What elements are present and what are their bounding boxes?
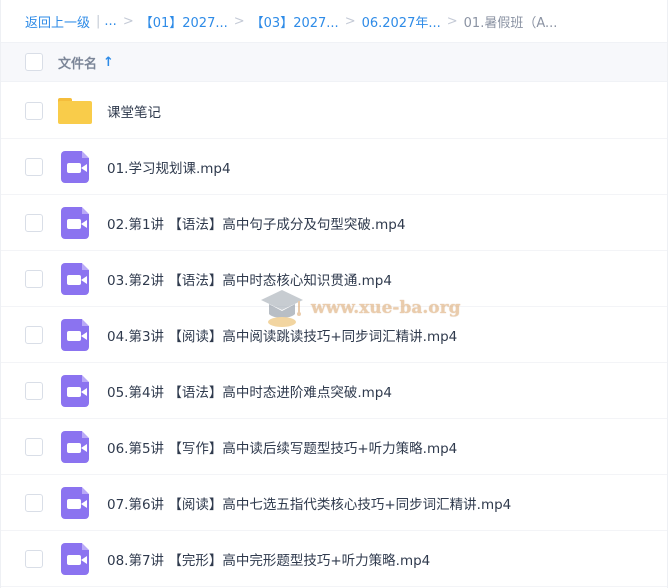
video-icon <box>58 262 92 296</box>
breadcrumb-item[interactable]: 【01】2027... <box>140 12 228 31</box>
column-filename[interactable]: 文件名 <box>58 53 97 72</box>
chevron-right-icon: > <box>344 13 356 29</box>
row-checkbox[interactable] <box>25 437 43 456</box>
sort-ascending-icon[interactable]: ↑ <box>103 55 114 70</box>
folder-row[interactable]: 课堂笔记 <box>1 83 667 139</box>
row-checkbox[interactable] <box>25 269 43 288</box>
select-all-checkbox[interactable] <box>25 53 43 71</box>
breadcrumb-item[interactable]: 06.2027年... <box>362 12 441 31</box>
file-name[interactable]: 08.第7讲 【完形】高中完形题型技巧+听力策略.mp4 <box>107 549 430 569</box>
file-row[interactable]: 06.第5讲 【写作】高中读后续写题型技巧+听力策略.mp4 <box>1 419 667 475</box>
chevron-right-icon: > <box>122 13 134 29</box>
row-checkbox[interactable] <box>25 493 43 512</box>
file-row[interactable]: 08.第7讲 【完形】高中完形题型技巧+听力策略.mp4 <box>1 531 667 587</box>
breadcrumb-current: 01.暑假班（A... <box>463 15 558 31</box>
file-name[interactable]: 06.第5讲 【写作】高中读后续写题型技巧+听力策略.mp4 <box>107 437 457 457</box>
file-row[interactable]: 01.学习规划课.mp4 <box>1 139 667 195</box>
breadcrumb-ellipsis[interactable]: ... <box>104 14 116 29</box>
file-name[interactable]: 01.学习规划课.mp4 <box>107 157 231 177</box>
file-name[interactable]: 04.第3讲 【阅读】高中阅读跳读技巧+同步词汇精讲.mp4 <box>107 325 457 345</box>
file-list: 课堂笔记 01.学习规划课.mp4 02.第1讲 【语法】高中句子成分及句型突破… <box>1 83 667 587</box>
row-checkbox[interactable] <box>25 381 43 400</box>
file-row[interactable]: 02.第1讲 【语法】高中句子成分及句型突破.mp4 <box>1 195 667 251</box>
file-row[interactable]: 07.第6讲 【阅读】高中七选五指代类核心技巧+同步词汇精讲.mp4 <box>1 475 667 531</box>
file-name[interactable]: 07.第6讲 【阅读】高中七选五指代类核心技巧+同步词汇精讲.mp4 <box>107 493 511 513</box>
file-row[interactable]: 05.第4讲 【语法】高中时态进阶难点突破.mp4 <box>1 363 667 419</box>
row-checkbox[interactable] <box>25 213 43 232</box>
video-icon <box>58 318 92 352</box>
folder-icon <box>58 94 92 128</box>
file-name[interactable]: 课堂笔记 <box>107 101 161 121</box>
file-browser: 返回上一级 | ... > 【01】2027... > 【03】2027... … <box>0 0 668 588</box>
back-link[interactable]: 返回上一级 <box>25 12 90 31</box>
video-icon <box>58 430 92 464</box>
breadcrumb-item[interactable]: 【03】2027... <box>251 12 339 31</box>
video-icon <box>58 206 92 240</box>
file-name[interactable]: 02.第1讲 【语法】高中句子成分及句型突破.mp4 <box>107 213 405 233</box>
row-checkbox[interactable] <box>25 157 43 176</box>
file-name[interactable]: 03.第2讲 【语法】高中时态核心知识贯通.mp4 <box>107 269 392 289</box>
video-icon <box>58 486 92 520</box>
row-checkbox[interactable] <box>25 325 43 344</box>
row-checkbox[interactable] <box>25 101 43 120</box>
video-icon <box>58 150 92 184</box>
file-name[interactable]: 05.第4讲 【语法】高中时态进阶难点突破.mp4 <box>107 381 392 401</box>
file-row[interactable]: 04.第3讲 【阅读】高中阅读跳读技巧+同步词汇精讲.mp4 <box>1 307 667 363</box>
row-checkbox[interactable] <box>25 549 43 568</box>
video-icon <box>58 374 92 408</box>
list-header: 文件名 ↑ <box>1 42 667 82</box>
chevron-right-icon: > <box>446 13 458 29</box>
chevron-right-icon: > <box>233 13 245 29</box>
file-row[interactable]: 03.第2讲 【语法】高中时态核心知识贯通.mp4 <box>1 251 667 307</box>
breadcrumb: 返回上一级 | ... > 【01】2027... > 【03】2027... … <box>1 0 667 42</box>
breadcrumb-divider: | <box>96 13 101 29</box>
video-icon <box>58 542 92 576</box>
